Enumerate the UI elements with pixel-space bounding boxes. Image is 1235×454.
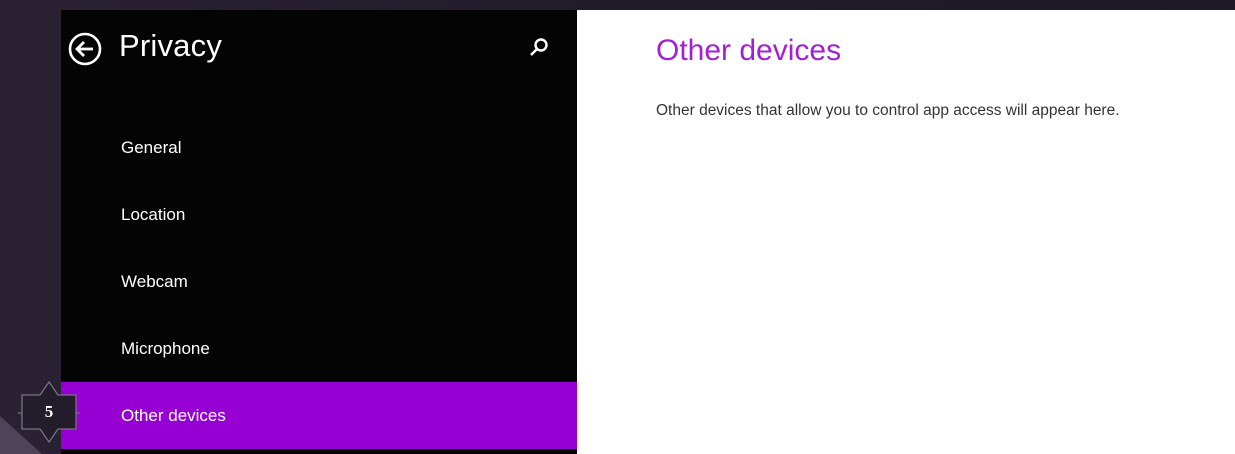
privacy-nav-list: General Location Webcam Microphone Other… <box>61 114 577 449</box>
content-description: Other devices that allow you to control … <box>656 102 1120 119</box>
nav-item-general[interactable]: General <box>61 114 577 181</box>
settings-content-pane: Other devices Other devices that allow y… <box>577 10 1235 454</box>
search-icon <box>530 38 548 56</box>
nav-item-microphone[interactable]: Microphone <box>61 315 577 382</box>
nav-item-webcam[interactable]: Webcam <box>61 248 577 315</box>
back-arrow-circle-icon <box>68 32 102 66</box>
settings-nav-pane: Privacy General Location Webcam Micropho… <box>61 10 577 454</box>
nav-item-location[interactable]: Location <box>61 181 577 248</box>
back-button[interactable] <box>68 32 102 66</box>
content-title: Other devices <box>656 34 842 67</box>
nav-item-label: General <box>121 138 182 157</box>
nav-item-label: Other devices <box>121 406 226 425</box>
search-button[interactable] <box>527 36 551 60</box>
step-number: 5 <box>44 402 54 421</box>
step-number-badge: 5 <box>18 380 80 444</box>
nav-item-label: Microphone <box>121 339 210 358</box>
pane-title: Privacy <box>119 28 223 63</box>
nav-item-label: Location <box>121 205 186 224</box>
pane-header: Privacy <box>61 10 577 90</box>
nav-item-other-devices[interactable]: Other devices <box>61 382 577 449</box>
nav-item-label: Webcam <box>121 272 188 291</box>
